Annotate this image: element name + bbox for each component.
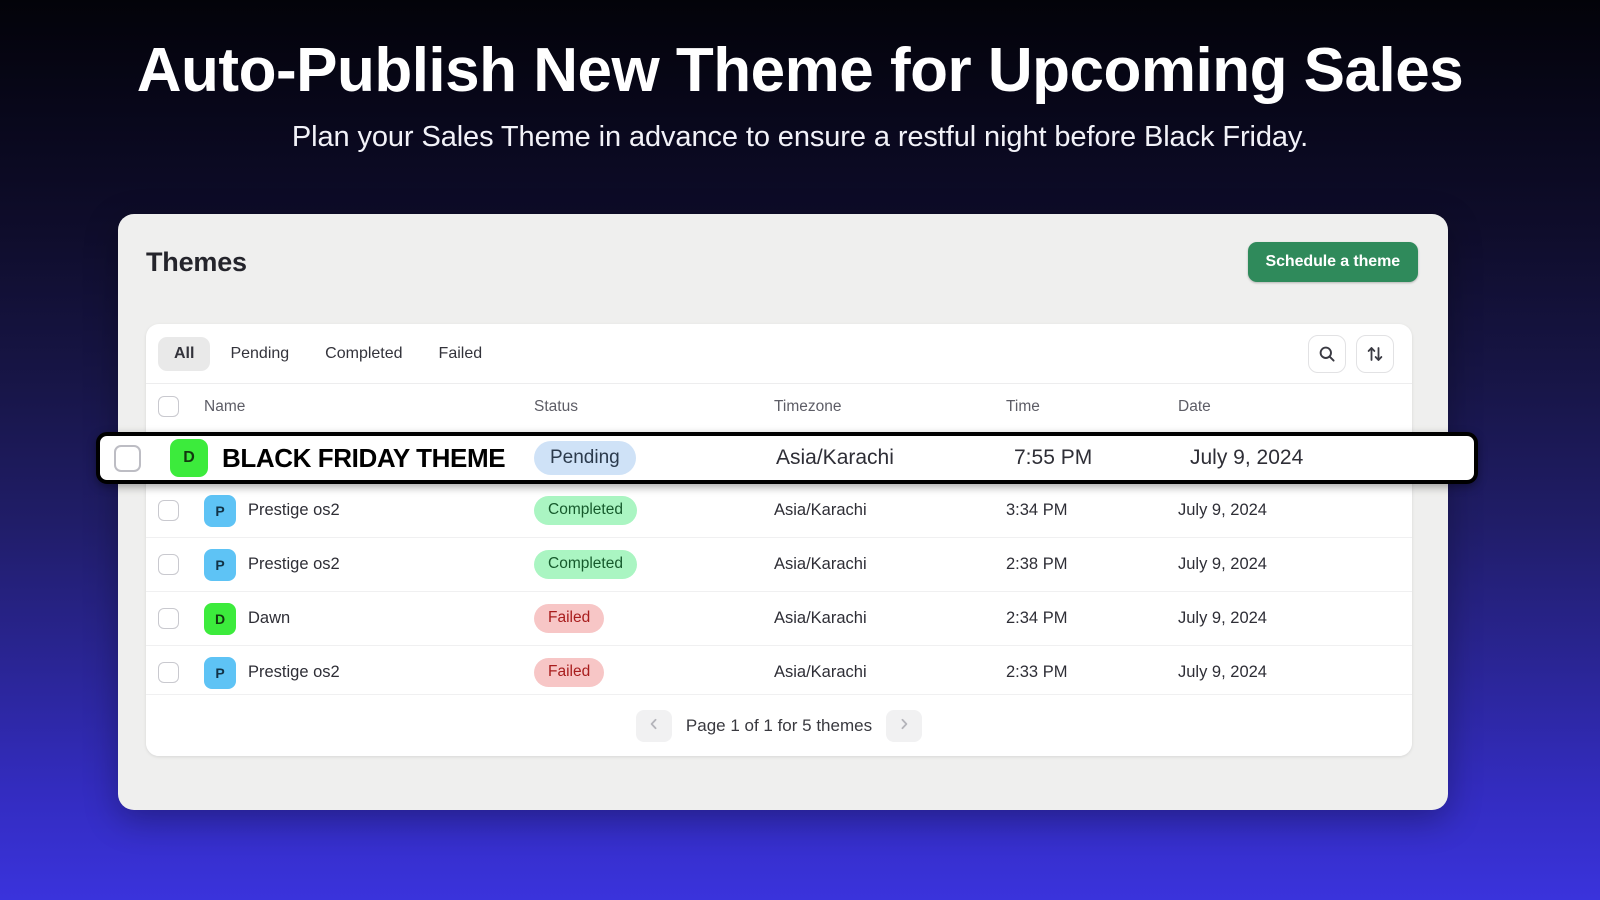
row-select-cell	[158, 662, 204, 683]
panel-header: Themes Schedule a theme	[118, 214, 1448, 310]
row-name-cell: P Prestige os2	[204, 494, 534, 527]
select-all-cell	[158, 396, 204, 417]
theme-avatar: P	[204, 548, 236, 581]
theme-name: Prestige os2	[248, 555, 340, 573]
page-title: Auto-Publish New Theme for Upcoming Sale…	[136, 36, 1464, 105]
pagination-label: Page 1 of 1 for 5 themes	[685, 715, 873, 735]
row-date: July 9, 2024	[1190, 446, 1304, 469]
column-header-timezone: Timezone	[774, 397, 842, 415]
column-header-time: Time	[1006, 397, 1040, 415]
row-timezone: Asia/Karachi	[774, 555, 867, 573]
row-date: July 9, 2024	[1178, 501, 1267, 519]
row-checkbox[interactable]	[158, 554, 179, 575]
select-all-checkbox[interactable]	[158, 396, 179, 417]
table-row[interactable]: P Prestige os2 Failed Asia/Karachi 2:33 …	[146, 645, 1412, 699]
row-name-cell: D Dawn	[204, 602, 534, 635]
status-badge: Failed	[534, 604, 605, 633]
hero-section: Auto-Publish New Theme for Upcoming Sale…	[0, 0, 1600, 154]
chevron-right-icon	[897, 715, 911, 736]
row-name-cell: D BLACK FRIDAY THEME	[170, 439, 534, 477]
row-status-cell: Completed	[534, 550, 774, 579]
tab-all[interactable]: All	[158, 336, 211, 371]
highlighted-table-row[interactable]: D BLACK FRIDAY THEME Pending Asia/Karach…	[96, 432, 1478, 484]
row-select-cell	[158, 608, 204, 629]
table-header-row: Name Status Timezone Time Date	[146, 383, 1412, 429]
theme-name: Dawn	[248, 609, 291, 627]
themes-table-card: All Pending Completed Failed Name Status…	[146, 324, 1412, 756]
themes-panel: Themes Schedule a theme All Pending Comp…	[118, 214, 1448, 810]
table-toolbar: All Pending Completed Failed	[146, 324, 1412, 383]
sort-button[interactable]	[1356, 334, 1394, 373]
row-select-cell	[158, 554, 204, 575]
column-header-name: Name	[204, 397, 246, 415]
row-checkbox[interactable]	[158, 662, 179, 683]
row-select-cell	[114, 444, 170, 472]
row-timezone: Asia/Karachi	[774, 663, 867, 681]
row-status-cell: Pending	[534, 441, 776, 475]
theme-avatar: D	[204, 602, 236, 635]
row-timezone: Asia/Karachi	[776, 446, 894, 469]
row-checkbox[interactable]	[114, 444, 141, 472]
search-icon	[1318, 345, 1336, 363]
row-name-cell: P Prestige os2	[204, 656, 534, 689]
row-status-cell: Completed	[534, 496, 774, 525]
status-badge: Failed	[534, 658, 605, 687]
table-row[interactable]: P Prestige os2 Completed Asia/Karachi 3:…	[146, 483, 1412, 537]
next-page-button[interactable]	[886, 709, 923, 742]
status-badge: Completed	[534, 550, 637, 579]
pagination: Page 1 of 1 for 5 themes	[146, 694, 1412, 756]
theme-name: Prestige os2	[248, 501, 340, 519]
schedule-a-theme-button[interactable]: Schedule a theme	[1247, 242, 1418, 282]
row-date: July 9, 2024	[1178, 663, 1267, 681]
theme-avatar: P	[204, 656, 236, 689]
column-header-status: Status	[534, 397, 578, 415]
status-badge: Completed	[534, 496, 637, 525]
theme-avatar: P	[204, 494, 236, 527]
page-subtitle: Plan your Sales Theme in advance to ensu…	[291, 120, 1309, 153]
chevron-left-icon	[647, 715, 661, 736]
search-button[interactable]	[1308, 334, 1346, 373]
theme-avatar: D	[170, 439, 208, 477]
row-time: 2:34 PM	[1006, 609, 1068, 627]
tab-pending[interactable]: Pending	[214, 337, 305, 371]
tab-failed[interactable]: Failed	[423, 337, 499, 371]
tab-completed[interactable]: Completed	[309, 337, 418, 371]
status-badge: Pending	[534, 441, 636, 475]
filter-tabs: All Pending Completed Failed	[158, 336, 499, 371]
panel-title: Themes	[146, 246, 247, 277]
row-date: July 9, 2024	[1178, 555, 1267, 573]
row-status-cell: Failed	[534, 604, 774, 633]
row-time: 2:38 PM	[1006, 555, 1068, 573]
row-select-cell	[158, 500, 204, 521]
row-date: July 9, 2024	[1178, 609, 1267, 627]
row-checkbox[interactable]	[158, 500, 179, 521]
column-header-date: Date	[1178, 397, 1211, 415]
table-row[interactable]: P Prestige os2 Completed Asia/Karachi 2:…	[146, 537, 1412, 591]
row-time: 7:55 PM	[1014, 446, 1093, 469]
row-name-cell: P Prestige os2	[204, 548, 534, 581]
row-time: 2:33 PM	[1006, 663, 1068, 681]
table-row[interactable]: D Dawn Failed Asia/Karachi 2:34 PM July …	[146, 591, 1412, 645]
row-timezone: Asia/Karachi	[774, 501, 867, 519]
row-status-cell: Failed	[534, 658, 774, 687]
toolbar-actions	[1308, 334, 1394, 373]
theme-name: Prestige os2	[248, 663, 340, 681]
sort-arrows-icon	[1366, 345, 1384, 363]
previous-page-button[interactable]	[635, 709, 672, 742]
row-checkbox[interactable]	[158, 608, 179, 629]
row-time: 3:34 PM	[1006, 501, 1068, 519]
theme-name: BLACK FRIDAY THEME	[222, 442, 506, 473]
row-timezone: Asia/Karachi	[774, 609, 867, 627]
